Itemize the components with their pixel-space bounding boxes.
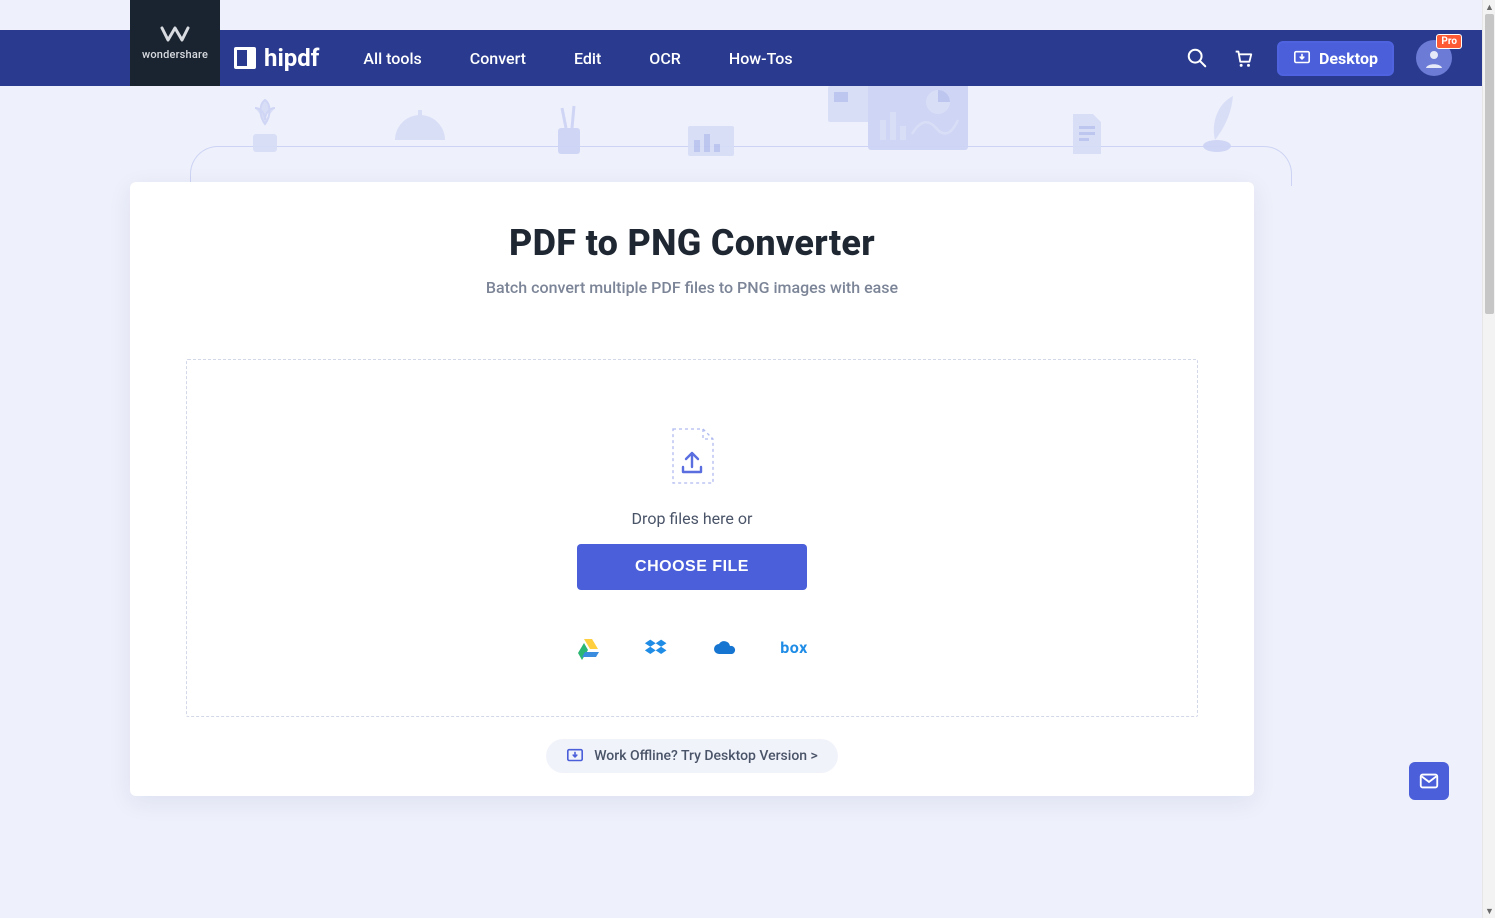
wondershare-logo-icon	[160, 26, 190, 44]
nav-item-convert[interactable]: Convert	[470, 49, 526, 68]
converter-card: PDF to PNG Converter Batch convert multi…	[130, 182, 1254, 796]
cloud-sources-row: box	[576, 636, 808, 660]
wondershare-text: wondershare	[142, 48, 208, 61]
scrollbar-thumb[interactable]	[1485, 14, 1494, 314]
nav-menu: All tools Convert Edit OCR How-Tos	[363, 49, 792, 68]
vertical-scrollbar[interactable]: ▲ ▼	[1482, 0, 1495, 918]
offline-cta-text: Work Offline? Try Desktop Version >	[594, 748, 818, 764]
person-icon	[1422, 46, 1446, 70]
box-icon[interactable]: box	[780, 636, 808, 660]
onedrive-icon[interactable]	[712, 636, 736, 660]
download-desktop-icon	[1293, 49, 1311, 67]
dropbox-icon[interactable]	[644, 636, 668, 660]
download-desktop-small-icon	[566, 747, 584, 765]
pro-badge: Pro	[1436, 34, 1462, 49]
desktop-button[interactable]: Desktop	[1277, 41, 1394, 76]
hipdf-logo-icon	[234, 47, 256, 69]
nav-item-howtos[interactable]: How-Tos	[729, 49, 793, 68]
bar-chart-icon	[684, 110, 738, 160]
scroll-down-arrow-icon[interactable]: ▼	[1483, 904, 1495, 918]
hipdf-logo-text: hipdf	[264, 44, 319, 72]
document-icon	[1067, 110, 1107, 160]
wondershare-brand-block[interactable]: wondershare	[130, 0, 220, 86]
google-drive-icon[interactable]	[576, 636, 600, 660]
decorative-banner	[190, 86, 1292, 166]
quill-icon	[1197, 90, 1247, 160]
page-subtitle: Batch convert multiple PDF files to PNG …	[130, 278, 1254, 297]
page-title: PDF to PNG Converter	[130, 222, 1254, 264]
lamp-icon	[385, 110, 455, 160]
dropzone-hint: Drop files here or	[632, 509, 753, 528]
cart-icon[interactable]	[1231, 46, 1255, 70]
user-avatar[interactable]: Pro	[1416, 40, 1452, 76]
choose-file-button[interactable]: CHOOSE FILE	[577, 544, 807, 590]
nav-item-all-tools[interactable]: All tools	[363, 49, 421, 68]
desktop-button-label: Desktop	[1319, 49, 1378, 68]
pencil-cup-icon	[544, 100, 594, 160]
upload-file-icon	[667, 427, 717, 487]
nav-item-ocr[interactable]: OCR	[649, 49, 681, 68]
nav-item-edit[interactable]: Edit	[574, 49, 601, 68]
contact-mail-fab[interactable]	[1409, 762, 1449, 800]
dashboard-icon	[828, 80, 978, 160]
nav-right: Desktop Pro	[1185, 40, 1452, 76]
search-icon[interactable]	[1185, 46, 1209, 70]
offline-cta-pill[interactable]: Work Offline? Try Desktop Version >	[546, 739, 838, 773]
mail-icon	[1418, 770, 1440, 792]
file-dropzone[interactable]: Drop files here or CHOOSE FILE box	[186, 359, 1198, 717]
scroll-up-arrow-icon[interactable]: ▲	[1483, 0, 1495, 14]
plant-icon	[235, 90, 295, 160]
hipdf-logo[interactable]: hipdf	[234, 44, 319, 72]
main-navbar: hipdf All tools Convert Edit OCR How-Tos…	[0, 30, 1482, 86]
